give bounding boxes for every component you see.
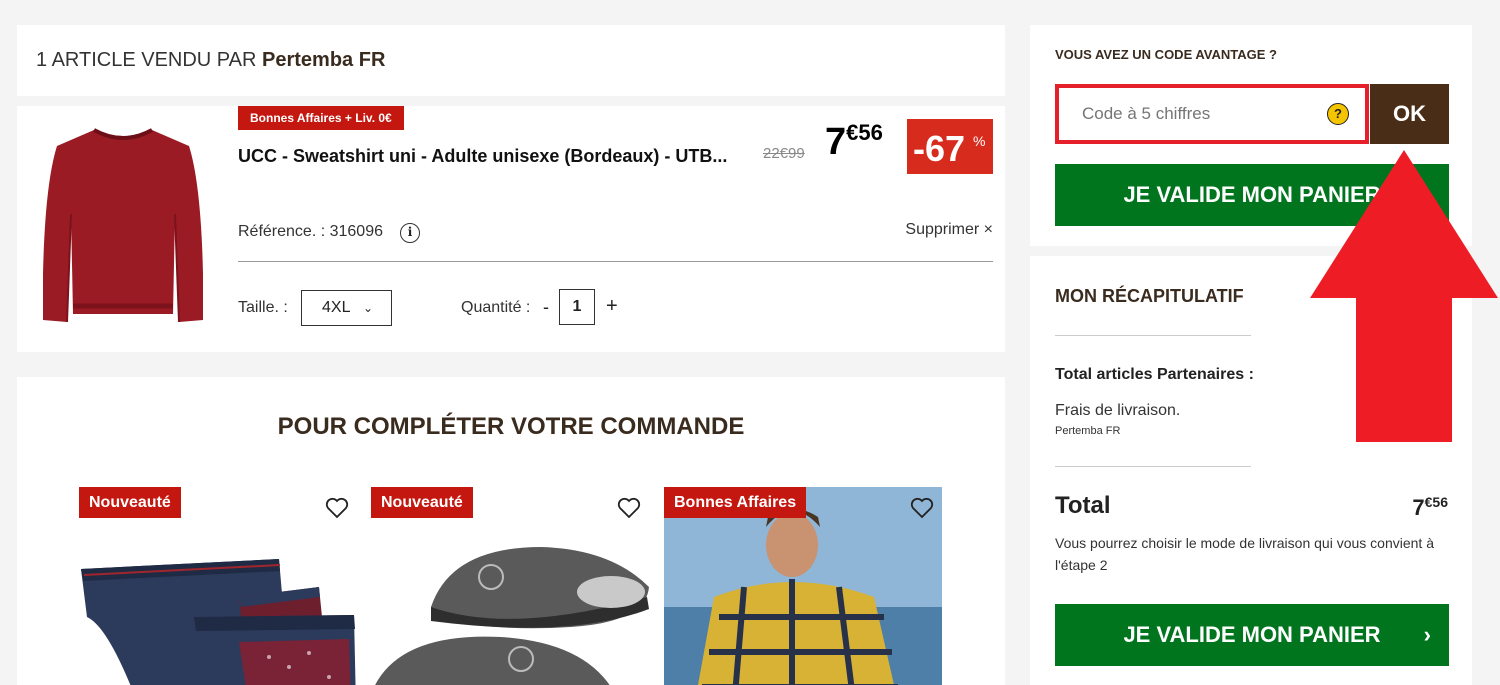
divider — [1055, 335, 1251, 336]
deals-badge: Bonnes Affaires — [664, 487, 807, 518]
size-value: 4XL — [322, 299, 351, 316]
shipping-seller: Pertemba FR — [1055, 425, 1121, 437]
validate-label: JE VALIDE MON PANIER — [1123, 622, 1381, 647]
summary-title: MON RÉCAPITULATIF — [1055, 286, 1244, 306]
promo-code-field[interactable]: ? — [1055, 84, 1369, 144]
product-name[interactable]: UCC - Sweatshirt uni - Adulte unisexe (B… — [238, 146, 758, 167]
current-price: 7€56 — [825, 120, 883, 164]
seller-name[interactable]: Pertemba FR — [262, 49, 385, 71]
discount-badge: -67 % — [907, 119, 993, 174]
discount-value: -67 — [913, 128, 966, 169]
divider — [1055, 466, 1251, 467]
total-label: Total — [1055, 492, 1111, 519]
heart-icon[interactable] — [910, 497, 934, 519]
help-icon[interactable]: ? — [1327, 103, 1349, 125]
product-image[interactable] — [39, 124, 207, 328]
suggestion-card[interactable]: Nouveauté — [371, 487, 649, 685]
size-select[interactable]: 4XL ⌄ — [301, 290, 392, 326]
size-label: Taille. : — [238, 299, 288, 316]
delivery-note: Vous pourrez choisir le mode de livraiso… — [1055, 535, 1434, 573]
total-value: 7€56 — [1412, 494, 1448, 521]
suggestion-card[interactable]: Nouveauté — [79, 487, 357, 685]
suggestions-title: POUR COMPLÉTER VOTRE COMMANDE — [277, 413, 745, 440]
seller-heading: 1 article vendu par Pertemba FR — [36, 49, 385, 72]
quantity-increase-button[interactable]: + — [606, 295, 618, 318]
red-arrow-annotation — [1310, 150, 1498, 442]
slippers-image — [375, 547, 649, 685]
discount-symbol: % — [973, 133, 986, 149]
cart-item: Bonnes Affaires + Liv. 0€ UCC - Sweatshi… — [17, 106, 1005, 352]
heart-icon[interactable] — [325, 497, 349, 519]
briefs-image — [81, 559, 356, 685]
price-integer: 7 — [825, 121, 847, 163]
suggestion-card[interactable]: Bonnes Affaires — [664, 487, 942, 685]
quantity-decrease-button[interactable]: - — [543, 297, 549, 318]
chevron-down-icon: ⌄ — [362, 301, 373, 315]
price-decimal: €56 — [846, 120, 883, 145]
quantity-label: Quantité : — [461, 299, 531, 316]
old-price: 22€99 — [763, 145, 805, 162]
apply-code-button[interactable]: OK — [1370, 84, 1449, 144]
total-integer: 7 — [1412, 495, 1425, 520]
partners-total-label: Total articles Partenaires : — [1055, 366, 1254, 383]
delete-button[interactable]: Supprimer × — [905, 221, 993, 239]
promo-tag: Bonnes Affaires + Liv. 0€ — [238, 106, 404, 130]
validate-cart-button-bottom[interactable]: JE VALIDE MON PANIER › — [1055, 604, 1449, 666]
new-badge: Nouveauté — [371, 487, 473, 518]
seller-header: 1 article vendu par Pertemba FR — [17, 25, 1005, 96]
total-decimal: €56 — [1424, 494, 1448, 510]
divider — [238, 261, 993, 262]
chevron-right-icon: › — [1423, 622, 1431, 647]
seller-prefix: 1 article vendu par — [36, 49, 257, 71]
new-badge: Nouveauté — [79, 487, 181, 518]
info-icon[interactable]: i — [400, 223, 420, 243]
product-reference: Référence. : 316096 — [238, 223, 383, 240]
promo-title: VOUS AVEZ UN CODE AVANTAGE ? — [1055, 47, 1277, 62]
heart-icon[interactable] — [617, 497, 641, 519]
shipping-label: Frais de livraison. — [1055, 402, 1181, 419]
promo-code-input[interactable] — [1059, 88, 1309, 140]
suggestions-section: POUR COMPLÉTER VOTRE COMMANDE Nouveauté … — [17, 377, 1005, 685]
quantity-input[interactable]: 1 — [559, 289, 595, 325]
